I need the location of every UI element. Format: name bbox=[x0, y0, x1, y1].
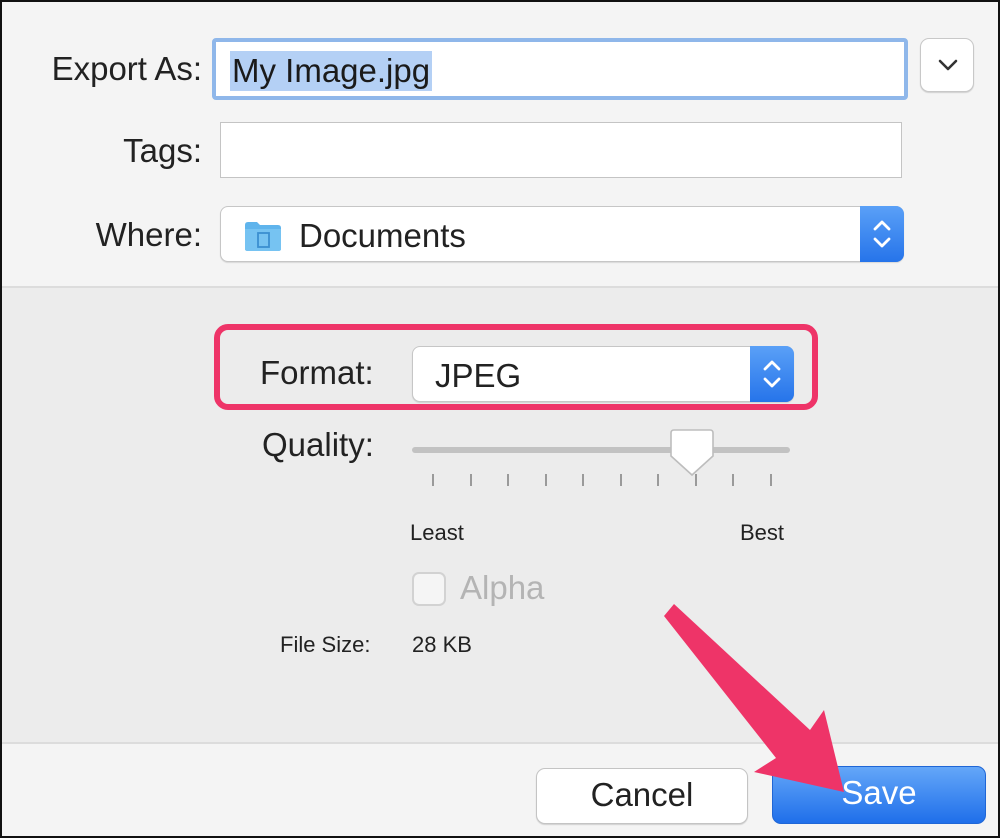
quality-slider-tick bbox=[432, 474, 434, 486]
quality-label: Quality: bbox=[262, 426, 374, 463]
quality-slider-tick bbox=[657, 474, 660, 486]
quality-slider-tick bbox=[582, 474, 585, 486]
quality-slider-tick bbox=[469, 474, 472, 486]
alpha-checkbox[interactable] bbox=[412, 572, 446, 606]
where-popup[interactable]: Documents bbox=[220, 206, 904, 262]
quality-least-label: Least bbox=[410, 520, 464, 545]
tags-field[interactable] bbox=[220, 122, 902, 178]
quality-slider-tick bbox=[507, 474, 510, 486]
quality-slider-tick bbox=[619, 474, 622, 486]
file-size-value: 28 KB bbox=[412, 632, 472, 657]
up-down-arrows-icon bbox=[873, 220, 891, 248]
chevron-down-icon bbox=[938, 59, 958, 71]
quality-best-label: Best bbox=[740, 520, 785, 545]
format-stepper bbox=[750, 346, 794, 402]
export-as-value: My Image.jpg bbox=[230, 51, 433, 91]
export-dialog: Export As: My Image.jpg Tags: Where: Doc… bbox=[0, 0, 1000, 838]
up-down-arrows-icon bbox=[763, 360, 781, 388]
cancel-button[interactable]: Cancel bbox=[536, 768, 748, 824]
format-label: Format: bbox=[260, 354, 374, 391]
quality-slider-track[interactable] bbox=[412, 447, 790, 453]
quality-slider-tick bbox=[732, 474, 735, 486]
file-size-label: File Size: bbox=[280, 632, 371, 657]
alpha-label: Alpha bbox=[460, 569, 545, 606]
where-value: Documents bbox=[299, 217, 466, 254]
save-button[interactable]: Save bbox=[772, 766, 986, 824]
tags-label: Tags: bbox=[123, 132, 202, 169]
export-as-label: Export As: bbox=[51, 50, 202, 87]
where-stepper bbox=[860, 206, 904, 262]
export-as-field[interactable]: My Image.jpg bbox=[212, 38, 908, 100]
format-value: JPEG bbox=[435, 357, 522, 394]
quality-slider-thumb[interactable] bbox=[669, 428, 715, 478]
quality-slider-tick bbox=[544, 474, 547, 486]
format-popup[interactable]: JPEG bbox=[412, 346, 794, 402]
file-location-section: Export As: My Image.jpg Tags: Where: Doc… bbox=[2, 2, 998, 288]
quality-slider-tick bbox=[770, 474, 772, 486]
where-label: Where: bbox=[95, 216, 202, 253]
expand-dialog-button[interactable] bbox=[920, 38, 974, 92]
folder-icon bbox=[245, 222, 281, 251]
